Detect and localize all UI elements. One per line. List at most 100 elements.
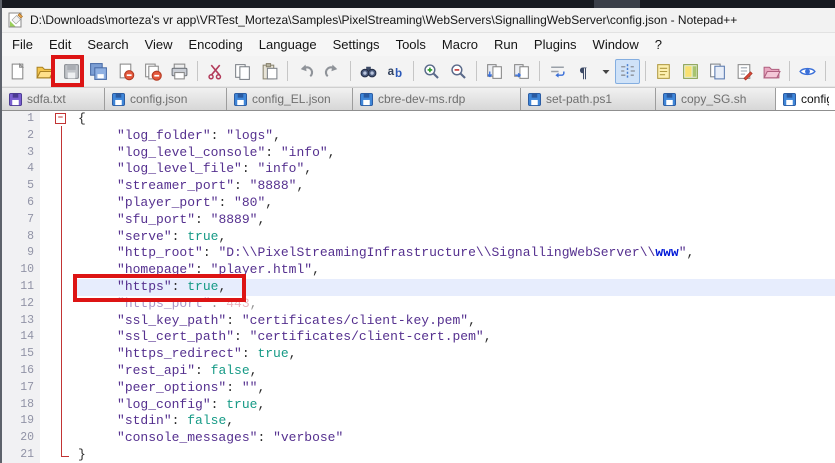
tab-config_EL.json[interactable]: config_EL.json [227,88,353,110]
copy-icon[interactable] [230,59,255,84]
line-number: 16 [2,363,40,380]
editor-area[interactable]: 1{2 "log_folder": "logs",3 "log_level_co… [2,110,835,463]
replace-icon[interactable]: ab [383,59,408,84]
menu-language[interactable]: Language [251,34,325,55]
line-number: 17 [2,380,40,397]
title-bar: D:\Downloads\morteza's vr app\VRTest_Mor… [2,8,835,33]
word-wrap-icon[interactable] [545,59,570,84]
code-line-12[interactable]: 12 "https_port": 443, [2,296,835,313]
code-text: "https": true, [76,279,835,296]
code-line-2[interactable]: 2 "log_folder": "logs", [2,128,835,145]
caret-down-icon[interactable] [599,59,613,84]
cut-icon[interactable] [203,59,228,84]
code-line-8[interactable]: 8 "serve": true, [2,229,835,246]
sync-vertical-icon[interactable] [482,59,507,84]
monitoring-icon[interactable] [795,59,820,84]
save-icon[interactable] [59,59,84,84]
menu-window[interactable]: Window [585,34,647,55]
zoom-in-icon[interactable] [419,59,444,84]
code-line-9[interactable]: 9 "http_root": "D:\\PixelStreamingInfras… [2,245,835,262]
show-all-characters-icon[interactable]: ¶ [572,59,597,84]
code-line-20[interactable]: 20 "console_messages": "verbose" [2,430,835,447]
code-line-18[interactable]: 18 "log_config": true, [2,397,835,414]
menu-tools[interactable]: Tools [388,34,434,55]
menu-edit[interactable]: Edit [41,34,79,55]
toolbar-separator [539,61,540,81]
new-file-icon[interactable] [5,59,30,84]
tab-sdfa.txt[interactable]: sdfa.txt [2,88,105,110]
toolbar-separator [413,61,414,81]
line-number: 10 [2,262,40,279]
code-line-11[interactable]: 11 "https": true, [2,279,835,296]
code-line-14[interactable]: 14 "ssl_cert_path": "certificates/client… [2,329,835,346]
line-number: 1 [2,111,40,128]
document-map-icon[interactable] [678,59,703,84]
open-file-icon[interactable] [32,59,57,84]
code-line-15[interactable]: 15 "https_redirect": true, [2,346,835,363]
code-line-16[interactable]: 16 "rest_api": false, [2,363,835,380]
code-text: "ssl_key_path": "certificates/client-key… [76,313,835,330]
redo-icon[interactable] [320,59,345,84]
code-line-6[interactable]: 6 "player_port": "80", [2,195,835,212]
code-line-4[interactable]: 4 "log_level_file": "info", [2,161,835,178]
code-line-19[interactable]: 19 "stdin": false, [2,413,835,430]
find-icon[interactable] [356,59,381,84]
fold-collapse-marker[interactable] [40,111,76,128]
code-line-10[interactable]: 10 "homepage": "player.html", [2,262,835,279]
menu-help[interactable]: ? [647,34,670,55]
doc-switcher-icon[interactable] [651,59,676,84]
code-line-1[interactable]: 1{ [2,111,835,128]
paste-icon[interactable] [257,59,282,84]
print-icon[interactable] [167,59,192,84]
menu-bar: FileEditSearchViewEncodingLanguageSettin… [2,33,835,56]
menu-file[interactable]: File [4,34,41,55]
menu-plugins[interactable]: Plugins [526,34,585,55]
tab-cbre-dev-ms.rdp[interactable]: cbre-dev-ms.rdp [353,88,521,110]
code-line-13[interactable]: 13 "ssl_key_path": "certificates/client-… [2,313,835,330]
saved-file-icon [783,93,796,106]
fold-margin [40,279,76,296]
top-dark-strip [2,0,835,8]
code-line-17[interactable]: 17 "peer_options": "", [2,380,835,397]
menu-view[interactable]: View [137,34,181,55]
saved-file-icon [234,93,247,106]
document-list-icon[interactable] [705,59,730,84]
tab-copy_SG.sh[interactable]: copy_SG.sh [656,88,776,110]
fold-minus-icon[interactable] [55,113,66,124]
code-text: "sfu_port": "8889", [76,212,835,229]
code-line-21[interactable]: 21} [2,447,835,463]
indent-guide-icon[interactable] [615,59,640,84]
undo-icon[interactable] [293,59,318,84]
code-text: "ssl_cert_path": "certificates/client-ce… [76,329,835,346]
tab-set-path.ps1[interactable]: set-path.ps1 [521,88,656,110]
svg-text:b: b [395,66,402,79]
code-text: "stdin": false, [76,413,835,430]
macro-record-icon[interactable] [831,59,835,84]
code-line-7[interactable]: 7 "sfu_port": "8889", [2,212,835,229]
close-all-icon[interactable] [140,59,165,84]
line-number: 3 [2,145,40,162]
code-line-5[interactable]: 5 "streamer_port": "8888", [2,178,835,195]
menu-macro[interactable]: Macro [434,34,486,55]
function-list-icon[interactable] [732,59,757,84]
zoom-out-icon[interactable] [446,59,471,84]
code-line-3[interactable]: 3 "log_level_console": "info", [2,145,835,162]
tab-config.json[interactable]: config.json [105,88,227,110]
menu-search[interactable]: Search [79,34,136,55]
svg-text:¶: ¶ [579,64,587,80]
menu-encoding[interactable]: Encoding [181,34,251,55]
close-icon[interactable] [113,59,138,84]
line-number: 19 [2,413,40,430]
fold-margin [40,195,76,212]
menu-settings[interactable]: Settings [325,34,388,55]
line-number: 4 [2,161,40,178]
line-number: 12 [2,296,40,313]
fold-margin [40,245,76,262]
tab-config.json[interactable]: config.json [776,87,835,110]
line-number: 13 [2,313,40,330]
folder-workspace-icon[interactable] [759,59,784,84]
fold-margin [40,447,76,463]
menu-run[interactable]: Run [486,34,526,55]
sync-horizontal-icon[interactable] [509,59,534,84]
save-all-icon[interactable] [86,59,111,84]
